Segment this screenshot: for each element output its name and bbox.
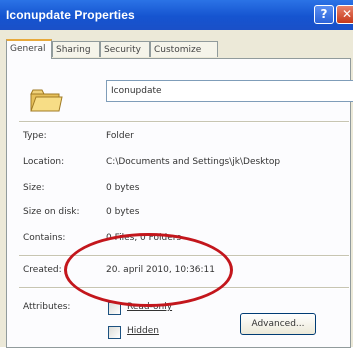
- contains-label: Contains:: [23, 233, 66, 243]
- close-button[interactable]: ✕: [336, 5, 353, 24]
- size-label: Size:: [23, 183, 45, 193]
- title-bar[interactable]: Iconupdate Properties ? ✕: [0, 0, 353, 31]
- folder-name-input[interactable]: Iconupdate: [106, 80, 353, 102]
- tab-customize[interactable]: Customize: [150, 41, 218, 57]
- folder-icon: [30, 89, 63, 112]
- advanced-button[interactable]: Advanced...: [240, 313, 316, 335]
- size-on-disk-value: 0 bytes: [106, 207, 140, 217]
- tab-sharing[interactable]: Sharing: [52, 41, 100, 57]
- location-label: Location:: [23, 157, 65, 167]
- help-button[interactable]: ?: [314, 5, 334, 24]
- tab-security[interactable]: Security: [100, 41, 150, 57]
- size-on-disk-label: Size on disk:: [23, 207, 80, 217]
- created-label: Created:: [23, 265, 62, 275]
- highlight-ring: [64, 233, 233, 307]
- window-title: Iconupdate Properties: [6, 8, 135, 22]
- attributes-label: Attributes:: [23, 302, 71, 312]
- size-value: 0 bytes: [106, 183, 140, 193]
- location-value: C:\Documents and Settings\jk\Desktop: [106, 157, 281, 167]
- tab-general[interactable]: General: [6, 39, 52, 59]
- hidden-checkbox[interactable]: [108, 326, 121, 339]
- divider-1: [19, 121, 349, 123]
- type-label: Type:: [23, 131, 47, 141]
- hidden-label[interactable]: Hidden: [127, 326, 159, 336]
- type-value: Folder: [106, 131, 134, 141]
